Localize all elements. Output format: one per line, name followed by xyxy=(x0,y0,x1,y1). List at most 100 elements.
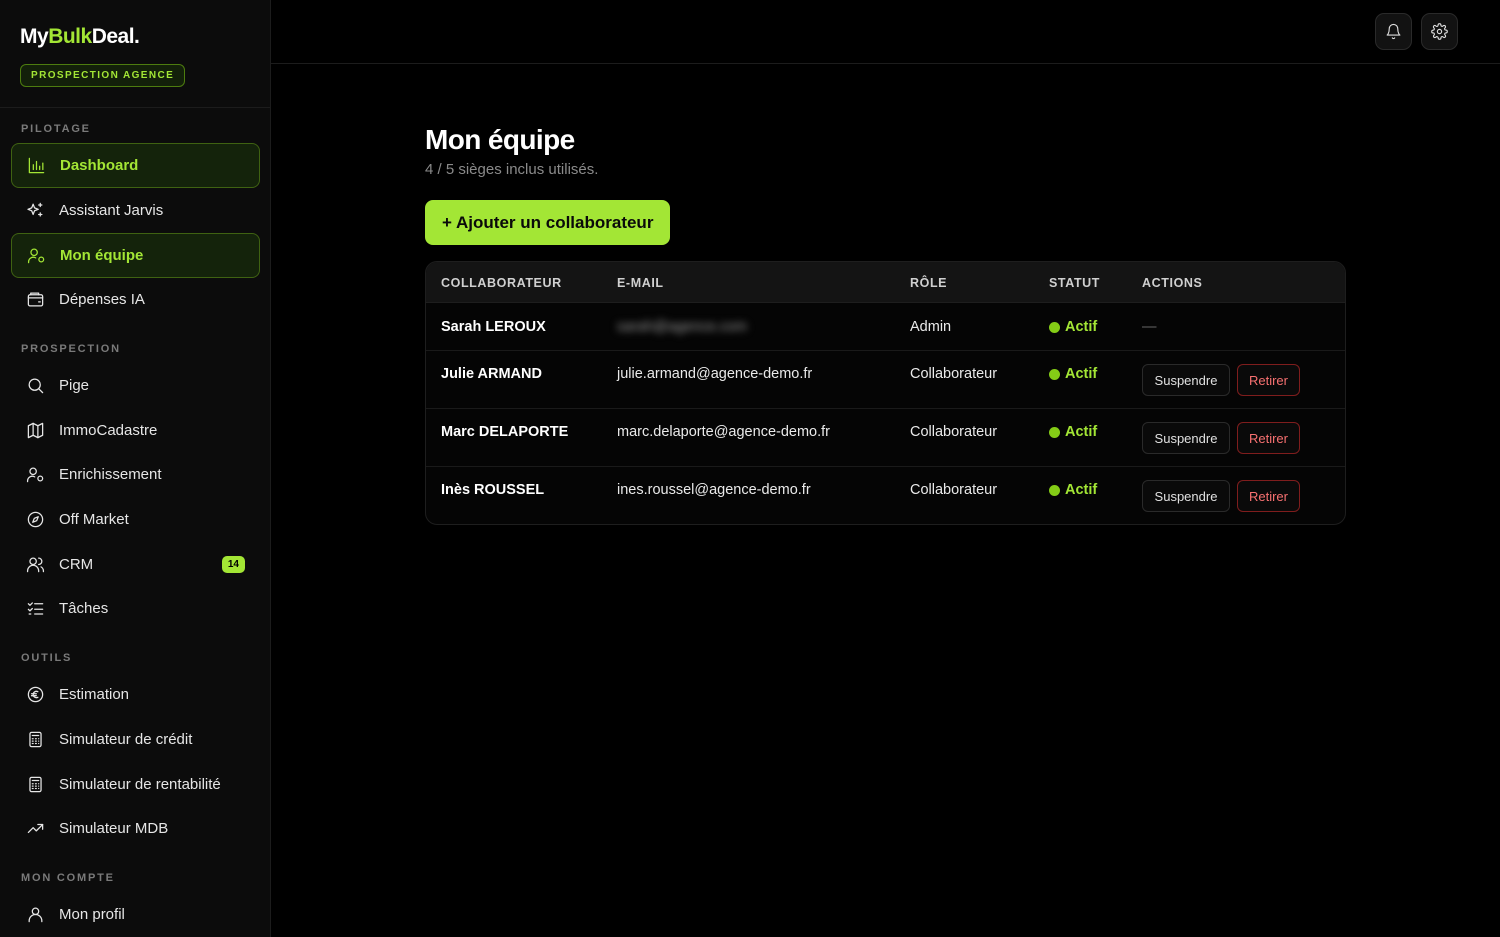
settings-button[interactable] xyxy=(1421,13,1458,50)
sidebar-item-label: Simulateur MDB xyxy=(59,820,169,837)
status-dot xyxy=(1049,426,1060,438)
column-header-role: RÔLE xyxy=(910,276,948,290)
sidebar-item-label: Enrichissement xyxy=(59,466,162,483)
sidebar-item-label: Off Market xyxy=(59,511,129,528)
sidebar-item-enrichissement[interactable]: Enrichissement xyxy=(11,452,260,497)
logo-accent: Bulk xyxy=(48,25,92,48)
collaborator-role: Collaborateur xyxy=(910,482,998,498)
user-icon xyxy=(25,905,45,925)
column-header-email: E-MAIL xyxy=(617,276,664,290)
sidebar-item-jarvis[interactable]: Assistant Jarvis xyxy=(11,188,260,233)
checklist-icon xyxy=(25,599,45,619)
remove-button[interactable]: Retirer xyxy=(1237,364,1300,396)
collaborator-email: ines.roussel@agence-demo.fr xyxy=(617,482,811,498)
suspend-button[interactable]: Suspendre xyxy=(1142,480,1230,512)
table-row: Julie ARMAND julie.armand@agence-demo.fr… xyxy=(426,351,1345,409)
sidebar-item-label: Mon profil xyxy=(59,906,125,923)
seats-usage-text: 4 / 5 sièges inclus utilisés. xyxy=(425,161,599,178)
user-settings-icon xyxy=(26,246,46,266)
calculator-icon xyxy=(25,775,45,795)
section-label-compte: MON COMPTE xyxy=(21,872,115,884)
bar-chart-icon xyxy=(26,156,46,176)
section-label-outils: OUTILS xyxy=(21,652,73,664)
sidebar-item-label: Pige xyxy=(59,377,90,394)
collaborator-role: Collaborateur xyxy=(910,424,998,440)
top-bar xyxy=(271,0,1500,64)
table-header: COLLABORATEUR E-MAIL RÔLE STATUT ACTIONS xyxy=(426,262,1345,303)
collaborator-email: marc.delaporte@agence-demo.fr xyxy=(617,424,830,440)
trending-up-icon xyxy=(25,819,45,839)
table-row: Inès ROUSSEL ines.roussel@agence-demo.fr… xyxy=(426,467,1345,524)
suspend-button[interactable]: Suspendre xyxy=(1142,422,1230,454)
section-label-prospection: PROSPECTION xyxy=(21,343,121,355)
bell-icon xyxy=(1385,23,1402,40)
sidebar: MyBulkDeal. PROSPECTION AGENCE PILOTAGE … xyxy=(0,0,271,937)
section-label-pilotage: PILOTAGE xyxy=(21,123,91,135)
table-row: Marc DELAPORTE marc.delaporte@agence-dem… xyxy=(426,409,1345,467)
map-icon xyxy=(25,421,45,441)
status-badge: Actif xyxy=(1049,424,1097,440)
users-icon xyxy=(25,555,45,575)
euro-icon xyxy=(25,685,45,705)
no-actions-placeholder: — xyxy=(1142,319,1157,335)
sidebar-item-immocadastre[interactable]: ImmoCadastre xyxy=(11,408,260,453)
logo-prefix: My xyxy=(20,25,49,48)
calculator-icon xyxy=(25,730,45,750)
collaborator-name: Julie ARMAND xyxy=(441,366,542,382)
notifications-button[interactable] xyxy=(1375,13,1412,50)
status-label: Actif xyxy=(1065,319,1098,335)
sidebar-item-mdb[interactable]: Simulateur MDB xyxy=(11,806,260,851)
sidebar-item-depenses[interactable]: Dépenses IA xyxy=(11,277,260,322)
remove-button[interactable]: Retirer xyxy=(1237,480,1300,512)
status-badge: Actif xyxy=(1049,482,1097,498)
status-dot xyxy=(1049,321,1060,333)
search-icon xyxy=(25,376,45,396)
sidebar-item-label: Tâches xyxy=(59,600,109,617)
collaborator-name: Marc DELAPORTE xyxy=(441,424,569,440)
column-header-actions: ACTIONS xyxy=(1142,276,1203,290)
sidebar-item-profil[interactable]: Mon profil xyxy=(11,892,260,937)
team-table: COLLABORATEUR E-MAIL RÔLE STATUT ACTIONS… xyxy=(425,261,1346,525)
collaborator-name: Inès ROUSSEL xyxy=(441,482,545,498)
sidebar-item-crm[interactable]: CRM 14 xyxy=(11,542,260,587)
remove-button[interactable]: Retirer xyxy=(1237,422,1300,454)
sidebar-item-offmarket[interactable]: Off Market xyxy=(11,497,260,542)
collaborator-email: julie.armand@agence-demo.fr xyxy=(617,366,813,382)
crm-count-badge: 14 xyxy=(221,556,245,573)
status-label: Actif xyxy=(1065,366,1098,382)
sidebar-item-estimation[interactable]: Estimation xyxy=(11,672,260,717)
add-collaborator-button[interactable]: + Ajouter un collaborateur xyxy=(425,200,671,245)
user-settings-icon xyxy=(25,465,45,485)
status-badge: Actif xyxy=(1049,319,1097,335)
sidebar-item-rentabilite[interactable]: Simulateur de rentabilité xyxy=(11,762,260,807)
sidebar-item-equipe[interactable]: Mon équipe xyxy=(11,233,260,278)
app-logo[interactable]: MyBulkDeal. xyxy=(20,24,270,50)
sidebar-item-pige[interactable]: Pige xyxy=(11,363,260,408)
gear-icon xyxy=(1431,23,1448,40)
sidebar-item-label: CRM xyxy=(59,556,94,573)
sidebar-item-dashboard[interactable]: Dashboard xyxy=(11,143,260,188)
status-label: Actif xyxy=(1065,482,1098,498)
logo-suffix: Deal. xyxy=(91,25,140,48)
sidebar-item-label: Dashboard xyxy=(60,157,139,174)
column-header-statut: STATUT xyxy=(1049,276,1101,290)
agency-badge: PROSPECTION AGENCE xyxy=(20,64,186,87)
page-title: Mon équipe xyxy=(425,124,575,155)
status-dot xyxy=(1049,484,1060,496)
sidebar-item-credit[interactable]: Simulateur de crédit xyxy=(11,717,260,762)
wallet-icon xyxy=(25,290,45,310)
sidebar-item-label: Simulateur de crédit xyxy=(59,731,193,748)
compass-icon xyxy=(25,510,45,530)
sidebar-item-taches[interactable]: Tâches xyxy=(11,586,260,631)
suspend-button[interactable]: Suspendre xyxy=(1142,364,1230,396)
sidebar-item-label: Estimation xyxy=(59,686,130,703)
sparkles-icon xyxy=(25,201,45,221)
brand-block: MyBulkDeal. PROSPECTION AGENCE xyxy=(0,0,270,108)
sidebar-item-label: Assistant Jarvis xyxy=(59,202,164,219)
status-label: Actif xyxy=(1065,424,1098,440)
sidebar-item-label: ImmoCadastre xyxy=(59,422,158,439)
column-header-collaborateur: COLLABORATEUR xyxy=(441,276,562,290)
collaborator-role: Admin xyxy=(910,319,952,335)
sidebar-item-label: Dépenses IA xyxy=(59,291,145,308)
sidebar-item-label: Mon équipe xyxy=(60,247,144,264)
